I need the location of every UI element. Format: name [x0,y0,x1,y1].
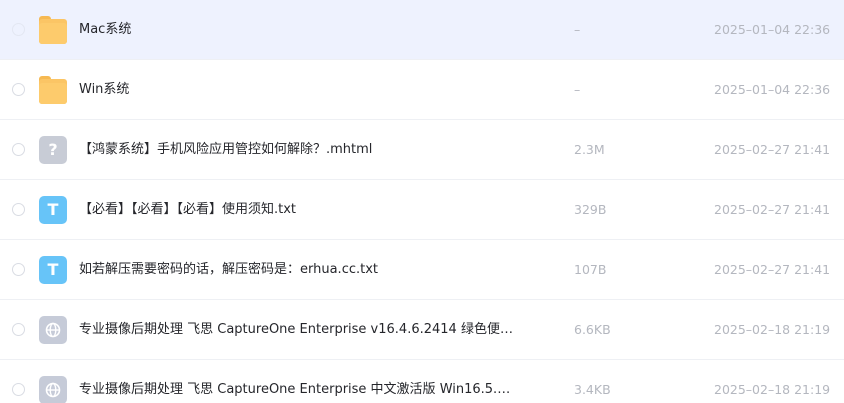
file-name[interactable]: 专业摄像后期处理 飞思 CaptureOne Enterprise 中文激活版 … [79,360,510,403]
file-date: 2025–01–04 22:36 [714,82,831,97]
row-checkbox[interactable] [12,23,25,36]
text-file-icon: T [39,196,67,224]
file-date: 2025–01–04 22:36 [714,22,831,37]
unknown-file-icon: ? [39,136,67,164]
file-size: 329B [574,202,607,217]
folder-icon [39,76,67,104]
file-row-captureone-portable[interactable]: 专业摄像后期处理 飞思 CaptureOne Enterprise v16.4.… [0,300,844,360]
file-name[interactable]: 如若解压需要密码的话，解压密码是：erhua.cc.txt [79,240,378,300]
file-row-mhtml[interactable]: ? 【鸿蒙系统】手机风险应用管控如何解除？.mhtml 2.3M 2025–02… [0,120,844,180]
file-row-mac[interactable]: Mac系统 – 2025–01–04 22:36 [0,0,844,60]
file-row-readme[interactable]: T 【必看】【必看】【必看】使用须知.txt 329B 2025–02–27 2… [0,180,844,240]
file-date: 2025–02–27 21:41 [714,202,831,217]
file-row-win[interactable]: Win系统 – 2025–01–04 22:36 [0,60,844,120]
file-name[interactable]: Win系统 [79,60,129,120]
file-name[interactable]: 【必看】【必看】【必看】使用须知.txt [79,180,296,240]
file-size: 6.6KB [574,322,611,337]
file-size: 3.4KB [574,382,611,397]
row-checkbox[interactable] [12,143,25,156]
file-name[interactable]: Mac系统 [79,0,131,60]
file-list: Mac系统 – 2025–01–04 22:36 Win系统 – 2025–01… [0,0,844,403]
file-date: 2025–02–27 21:41 [714,262,831,277]
row-checkbox[interactable] [12,323,25,336]
file-date: 2025–02–18 21:19 [714,322,831,337]
web-file-icon [39,316,67,344]
file-row-password[interactable]: T 如若解压需要密码的话，解压密码是：erhua.cc.txt 107B 202… [0,240,844,300]
file-name[interactable]: 【鸿蒙系统】手机风险应用管控如何解除？.mhtml [79,120,372,180]
folder-icon [39,16,67,44]
text-file-icon: T [39,256,67,284]
row-checkbox[interactable] [12,263,25,276]
file-date: 2025–02–18 21:19 [714,382,831,397]
row-checkbox[interactable] [12,383,25,396]
file-size: – [574,22,581,37]
row-checkbox[interactable] [12,203,25,216]
file-name[interactable]: 专业摄像后期处理 飞思 CaptureOne Enterprise v16.4.… [79,300,513,360]
file-size: – [574,82,581,97]
file-size: 107B [574,262,607,277]
file-date: 2025–02–27 21:41 [714,142,831,157]
file-size: 2.3M [574,142,605,157]
file-row-captureone-activated[interactable]: 专业摄像后期处理 飞思 CaptureOne Enterprise 中文激活版 … [0,360,844,403]
row-checkbox[interactable] [12,83,25,96]
web-file-icon [39,376,67,403]
